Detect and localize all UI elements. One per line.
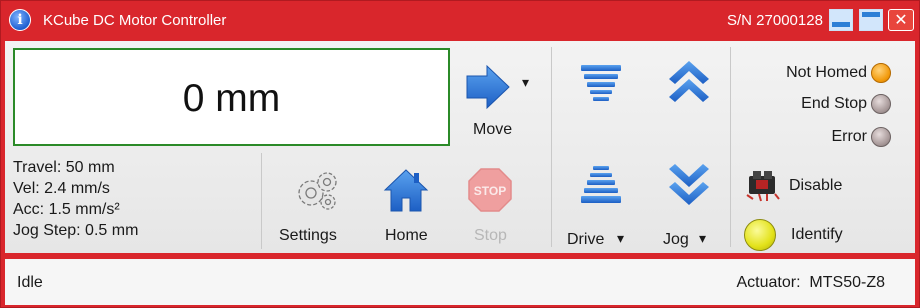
- home-label: Home: [385, 227, 428, 244]
- drive-dropdown-icon: ▾: [617, 230, 625, 246]
- not-homed-led: [871, 63, 891, 83]
- motion-parameters: Travel: 50 mm Vel: 2.4 mm/s Acc: 1.5 mm/…: [13, 157, 138, 241]
- arrow-right-icon: [466, 64, 510, 110]
- control-panel: 0 mm Travel: 50 mm Vel: 2.4 mm/s Acc: 1.…: [5, 41, 915, 253]
- stop-sign-icon: STOP: [468, 168, 512, 212]
- jog-label: Jog: [663, 231, 689, 248]
- double-chevron-up-icon[interactable]: [665, 57, 713, 105]
- title-bar[interactable]: i KCube DC Motor Controller S/N 27000128…: [1, 1, 919, 41]
- info-icon[interactable]: i: [9, 9, 31, 31]
- window-title: KCube DC Motor Controller: [43, 12, 227, 29]
- settings-label: Settings: [279, 227, 337, 244]
- position-display: 0 mm: [13, 48, 450, 146]
- gears-icon: [298, 172, 337, 210]
- divider: [730, 47, 731, 247]
- relay-icon: [746, 171, 780, 202]
- end-stop-led: [871, 94, 891, 114]
- actuator-value: MTS50-Z8: [809, 274, 885, 291]
- actuator-info: Actuator: MTS50-Z8: [737, 274, 886, 292]
- double-chevron-down-icon[interactable]: [665, 161, 713, 209]
- error-label: Error: [831, 128, 867, 145]
- actuator-label: Actuator:: [736, 274, 801, 291]
- maximize-button[interactable]: [859, 9, 883, 31]
- disable-label: Disable: [789, 177, 843, 194]
- identify-label: Identify: [791, 226, 843, 243]
- jog-dropdown-icon: ▾: [699, 230, 707, 246]
- end-stop-label: End Stop: [801, 95, 867, 112]
- stop-sign-text: STOP: [474, 184, 506, 198]
- status-text: Idle: [17, 274, 43, 291]
- stack-down-icon[interactable]: [578, 163, 624, 209]
- jog-step-label: Jog Step: 0.5 mm: [13, 222, 139, 239]
- divider: [261, 153, 262, 249]
- stop-label: Stop: [474, 227, 507, 244]
- error-led: [871, 127, 891, 147]
- serial-number: S/N 27000128: [727, 12, 823, 29]
- house-icon: [383, 169, 429, 212]
- position-value: 0 mm: [182, 77, 281, 120]
- travel-label: Travel: 50 mm: [13, 159, 115, 176]
- close-button[interactable]: ✕: [888, 9, 914, 31]
- status-bar: Idle Actuator: MTS50-Z8: [5, 259, 915, 305]
- move-label: Move: [473, 121, 513, 138]
- stack-up-icon[interactable]: [578, 63, 624, 105]
- not-homed-label: Not Homed: [786, 64, 867, 81]
- minimize-button[interactable]: [829, 9, 853, 31]
- acceleration-label: Acc: 1.5 mm/s²: [13, 201, 120, 218]
- drive-label: Drive: [567, 231, 605, 248]
- move-dropdown-icon[interactable]: ▾: [522, 74, 529, 91]
- identify-led-icon: [744, 219, 776, 251]
- divider: [551, 47, 552, 247]
- app-window: i KCube DC Motor Controller S/N 27000128…: [0, 0, 920, 308]
- velocity-label: Vel: 2.4 mm/s: [13, 180, 110, 197]
